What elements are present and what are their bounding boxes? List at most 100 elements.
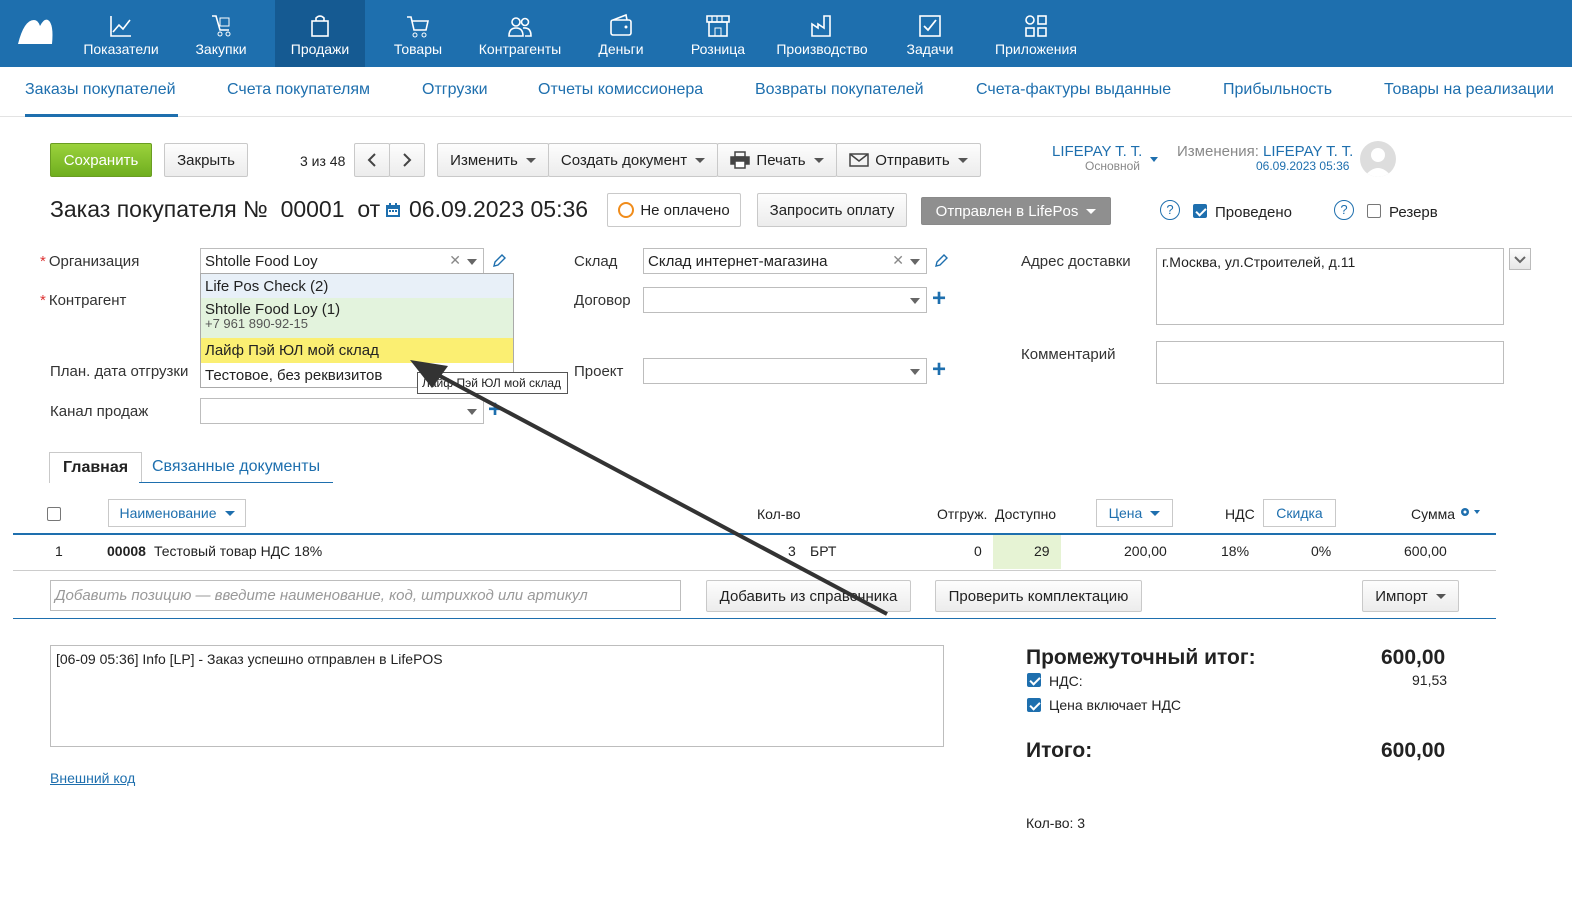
vat-checkbox[interactable] <box>1027 673 1041 687</box>
help-icon[interactable]: ? <box>1334 200 1354 220</box>
send-button[interactable]: Отправить <box>836 143 981 177</box>
pencil-icon[interactable] <box>934 254 948 268</box>
warehouse-value: Склад интернет-магазина <box>648 253 828 270</box>
payment-status-label: Не оплачено <box>640 201 730 219</box>
price-header-label: Цена <box>1108 505 1143 521</box>
add-contract-plus-icon[interactable]: + <box>932 287 946 311</box>
unpaid-circle-icon <box>618 202 635 218</box>
table-bottom-divider <box>13 618 1496 619</box>
print-button[interactable]: Печать <box>717 143 837 177</box>
tab-related-documents[interactable]: Связанные документы <box>139 452 334 483</box>
posted-checkbox[interactable] <box>1193 204 1207 218</box>
row-price[interactable]: 200,00 <box>1124 543 1167 559</box>
delivery-address-field[interactable]: г.Москва, ул.Строителей, д.11 <box>1156 248 1504 325</box>
calendar-icon[interactable] <box>385 202 401 218</box>
payment-status-button[interactable]: Не оплачено <box>607 193 741 227</box>
sales-channel-select[interactable] <box>200 398 484 424</box>
price-incl-vat-checkbox[interactable] <box>1027 698 1041 712</box>
row-available: 29 <box>1034 543 1050 559</box>
address-expand-button[interactable] <box>1509 248 1531 270</box>
row-name[interactable]: Тестовый товар НДС 18% <box>154 543 322 559</box>
select-all-checkbox[interactable] <box>47 507 61 521</box>
row-discount[interactable]: 0% <box>1311 543 1331 559</box>
order-state-button[interactable]: Отправлен в LifePos <box>921 197 1111 225</box>
nav-products[interactable]: Товары <box>380 0 456 67</box>
close-button[interactable]: Закрыть <box>164 143 248 177</box>
import-label: Импорт <box>1375 587 1428 605</box>
column-settings-gear-icon[interactable] <box>1459 506 1481 518</box>
counterparty-label: * Контрагент <box>40 292 127 309</box>
dropdown-option[interactable]: Life Pos Check (2) <box>201 274 513 298</box>
store-icon <box>706 15 730 37</box>
subnav-customer-returns[interactable]: Возвраты покупателей <box>755 81 924 99</box>
avatar[interactable] <box>1360 141 1396 177</box>
nav-retail[interactable]: Розница <box>680 0 756 67</box>
nav-apps[interactable]: Приложения <box>990 0 1082 67</box>
caret-down-icon <box>695 157 706 163</box>
order-number[interactable]: 00001 <box>281 196 345 222</box>
clear-icon[interactable]: ✕ <box>449 252 461 269</box>
subnav-shipments[interactable]: Отгрузки <box>422 81 488 99</box>
import-button[interactable]: Импорт <box>1362 580 1459 612</box>
tab-main[interactable]: Главная <box>49 452 143 483</box>
nav-indicators[interactable]: Показатели <box>76 0 166 67</box>
warehouse-select[interactable]: Склад интернет-магазина ✕ <box>643 248 927 274</box>
help-icon[interactable]: ? <box>1160 200 1180 220</box>
owner-name[interactable]: LIFEPAY T. T. <box>1052 143 1142 160</box>
pencil-icon[interactable] <box>492 254 506 268</box>
edit-menu-button[interactable]: Изменить <box>437 143 549 177</box>
subnav-profitability[interactable]: Прибыльность <box>1223 81 1332 99</box>
project-select[interactable] <box>643 358 927 384</box>
apps-icon <box>1025 15 1047 37</box>
dropdown-option-highlighted[interactable]: Лайф Пэй ЮЛ мой склад <box>201 338 513 363</box>
chevron-down-icon <box>910 369 920 375</box>
clear-icon[interactable]: ✕ <box>892 252 904 269</box>
caret-down-icon <box>1086 208 1097 214</box>
next-button[interactable] <box>389 143 425 177</box>
row-vat[interactable]: 18% <box>1221 543 1249 559</box>
add-from-catalog-button[interactable]: Добавить из справочника <box>706 580 911 612</box>
wallet-icon <box>610 13 632 36</box>
comment-field[interactable] <box>1156 341 1504 384</box>
discount-column-header[interactable]: Скидка <box>1263 499 1336 527</box>
subnav-issued-invoices[interactable]: Счета-фактуры выданные <box>976 81 1171 99</box>
changes-user[interactable]: LIFEPAY T. T. <box>1263 143 1353 160</box>
order-date[interactable]: 06.09.2023 05:36 <box>409 196 588 223</box>
name-header-label: Наименование <box>119 505 217 521</box>
option-tooltip: Лайф Пэй ЮЛ мой склад <box>417 372 568 394</box>
nav-counterparties[interactable]: Контрагенты <box>472 0 568 67</box>
log-textarea[interactable]: [06-09 05:36] Info [LP] - Заказ успешно … <box>50 645 944 747</box>
save-button[interactable]: Сохранить <box>50 143 152 177</box>
price-column-header[interactable]: Цена <box>1096 499 1173 527</box>
order-title: Заказ покупателя № 00001 от <box>50 196 380 223</box>
name-column-header[interactable]: Наименование <box>108 499 246 527</box>
reserve-checkbox[interactable] <box>1367 204 1381 218</box>
nav-tasks[interactable]: Задачи <box>898 0 962 67</box>
caret-down-icon <box>813 157 824 163</box>
owner-caret-icon[interactable] <box>1150 157 1158 162</box>
comment-label: Комментарий <box>1021 346 1116 363</box>
organization-select[interactable]: Shtolle Food Loy ✕ <box>200 248 484 274</box>
app-logo[interactable] <box>16 16 54 46</box>
subnav-customer-orders[interactable]: Заказы покупателей <box>25 81 176 99</box>
add-project-plus-icon[interactable]: + <box>932 358 946 382</box>
check-set-button[interactable]: Проверить комплектацию <box>935 580 1142 612</box>
external-code-link[interactable]: Внешний код <box>50 770 135 786</box>
add-position-input[interactable]: Добавить позицию — введите наименование,… <box>50 580 681 611</box>
row-qty[interactable]: 3 <box>788 543 796 559</box>
nav-production[interactable]: Производство <box>772 0 872 67</box>
subnav-customer-invoices[interactable]: Счета покупателям <box>227 81 370 99</box>
prev-button[interactable] <box>354 143 390 177</box>
row-code[interactable]: 00008 <box>107 543 146 559</box>
nav-money[interactable]: Деньги <box>585 0 657 67</box>
create-document-button[interactable]: Создать документ <box>548 143 718 177</box>
request-payment-button[interactable]: Запросить оплату <box>757 193 907 227</box>
contract-select[interactable] <box>643 287 927 313</box>
subnav-consignment-goods[interactable]: Товары на реализации <box>1384 81 1554 99</box>
nav-sales[interactable]: Продажи <box>275 0 365 67</box>
nav-purchases[interactable]: Закупки <box>180 0 262 67</box>
dropdown-option[interactable]: Shtolle Food Loy (1) +7 961 890-92-15 <box>201 298 513 338</box>
contract-label: Договор <box>574 292 631 309</box>
subnav-commission-reports[interactable]: Отчеты комиссионера <box>538 81 703 99</box>
add-channel-plus-icon[interactable]: + <box>488 398 502 422</box>
